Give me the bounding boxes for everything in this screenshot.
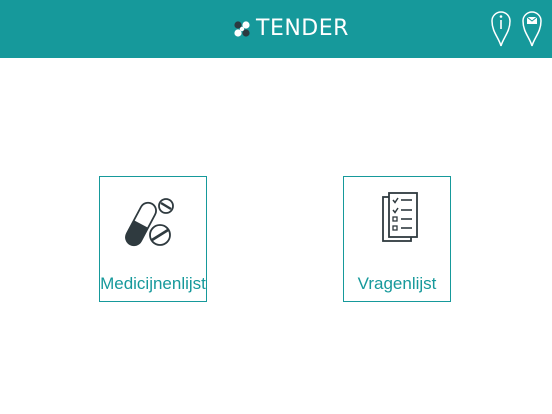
mail-icon xyxy=(522,11,542,47)
mail-button[interactable] xyxy=(521,8,543,48)
checklist-icon xyxy=(382,192,418,242)
medicijnenlijst-tile[interactable]: Medicijnenlijst xyxy=(99,176,207,302)
vragenlijst-label: Vragenlijst xyxy=(357,274,437,293)
info-icon xyxy=(491,11,511,47)
tender-logo-icon xyxy=(234,21,250,37)
brand: TENDER xyxy=(233,14,349,44)
medicijnenlijst-label: Medicijnenlijst xyxy=(100,274,206,293)
app-title: TENDER xyxy=(256,16,349,41)
app-screen: TENDER Medicijnenlijst Vragenlijst xyxy=(0,0,552,414)
vragenlijst-tile[interactable]: Vragenlijst xyxy=(343,176,451,302)
top-bar: TENDER xyxy=(0,0,552,58)
pills-icon xyxy=(125,198,174,247)
info-button[interactable] xyxy=(490,8,512,48)
